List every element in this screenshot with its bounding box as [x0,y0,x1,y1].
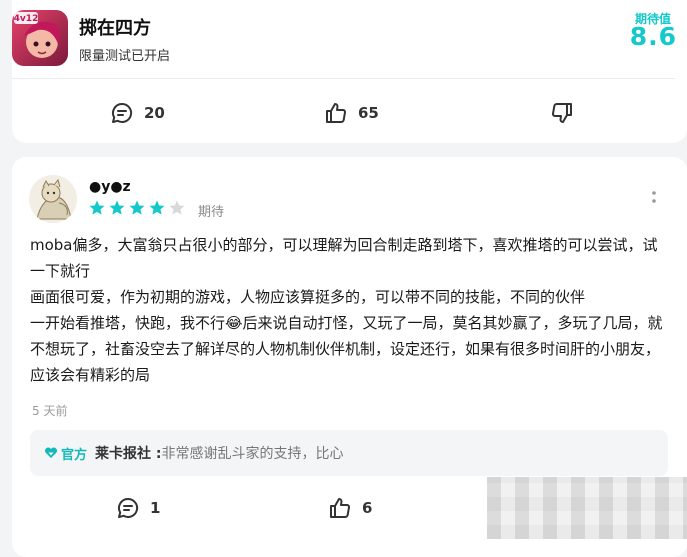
reply-text: 非常感谢乱斗家的支持，比心 [162,443,344,463]
review-time: 5 天前 [32,402,67,419]
thumbs-up-icon [328,496,352,520]
official-badge: 官方 [44,444,87,463]
star-icon [168,199,186,217]
official-label: 官方 [61,444,87,463]
like-button[interactable]: 65 [324,101,379,125]
star-icon [108,199,126,217]
developer-name: 莱卡报社 : [95,443,161,463]
review-paragraph: 一开始看推塔，快跑，我不行😂后来说自动打怪，又玩了一局，莫名其妙赢了，多玩了几局… [30,310,670,388]
star-icon [148,199,166,217]
review-paragraph: 画面很可爱，作为初期的游戏，人物应该算挺多的，可以带不同的技能，不同的伙伴 [30,284,670,310]
watermark-blur [487,477,687,539]
developer-reply[interactable]: 官方 莱卡报社 : 非常感谢乱斗家的支持，比心 [30,430,668,476]
heart-icon [44,447,58,459]
comment-count: 1 [150,499,160,517]
svg-text:4v12: 4v12 [14,14,39,24]
game-card: 4v12 掷在四方 限量测试已开启 期待值 8.6 20 65 [12,0,687,143]
like-button[interactable]: 6 [328,496,372,520]
comment-button[interactable]: 1 [116,496,160,520]
comment-icon [116,496,140,520]
like-count: 6 [362,499,372,517]
star-icon [128,199,146,217]
username[interactable]: ●y●z [89,179,131,195]
comment-icon [110,101,134,125]
star-icon [88,199,106,217]
comment-count: 20 [144,104,165,122]
thumbs-up-icon [324,101,348,125]
game-icon[interactable]: 4v12 [12,10,68,66]
rating-label: 期待 [198,201,224,220]
expect-score: 8.6 [630,22,677,51]
dislike-button[interactable] [550,101,574,125]
game-title[interactable]: 掷在四方 [79,14,151,40]
review-paragraph: moba偏多，大富翁只占很小的部分，可以理解为回合制走路到塔下，喜欢推塔的可以尝… [30,232,670,284]
more-options-icon[interactable] [651,189,657,207]
star-rating [88,199,186,217]
divider [12,78,675,79]
thumbs-down-icon [550,101,574,125]
avatar[interactable] [29,175,77,223]
like-count: 65 [358,104,379,122]
review-text: moba偏多，大富翁只占很小的部分，可以理解为回合制走路到塔下，喜欢推塔的可以尝… [30,232,670,388]
comment-button[interactable]: 20 [110,101,165,125]
game-status: 限量测试已开启 [79,45,170,64]
